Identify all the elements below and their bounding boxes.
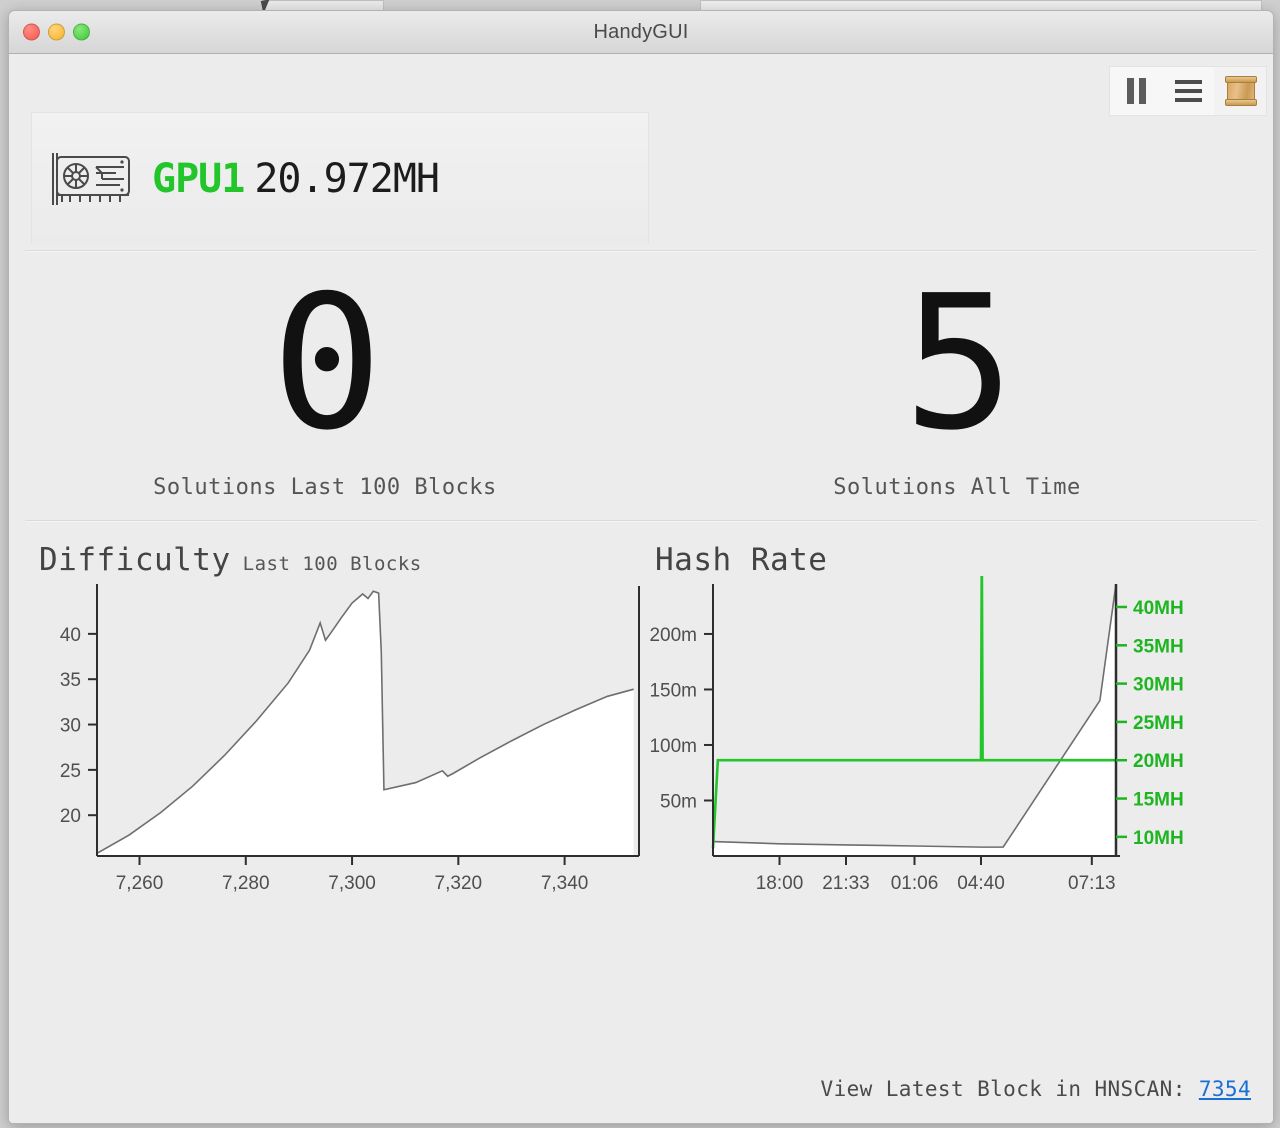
gpu-readout: GPU1 20.972MH (152, 155, 440, 202)
svg-text:20: 20 (60, 806, 81, 827)
close-window-button[interactable] (23, 23, 40, 41)
difficulty-chart-panel: Difficulty Last 100 Blocks 20 25 30 35 40 7,26… (9, 528, 641, 928)
svg-text:30MH: 30MH (1133, 675, 1184, 696)
charts-row: Difficulty Last 100 Blocks 20 25 30 35 40 7,26… (9, 528, 1273, 928)
svg-text:7,340: 7,340 (541, 873, 589, 894)
svg-text:40MH: 40MH (1133, 598, 1184, 619)
svg-text:25: 25 (60, 761, 81, 782)
divider-middle (25, 520, 1257, 521)
window-titlebar: HandyGUI (9, 11, 1273, 54)
svg-text:40: 40 (60, 625, 81, 646)
svg-text:35: 35 (60, 670, 81, 691)
latest-block-link[interactable]: 7354 (1199, 1077, 1251, 1101)
gpu-status-card: GPU1 20.972MH (31, 112, 649, 244)
hashrate-chart-panel: Hash Rate 50m 100m 150m 200m 10MH 15MH 20MH 25M… (641, 528, 1273, 928)
svg-text:7,300: 7,300 (328, 873, 376, 894)
stats-row: 0 Solutions Last 100 Blocks 5 Solutions … (9, 264, 1273, 514)
stat-solutions-all-time: 5 Solutions All Time (641, 264, 1273, 514)
difficulty-chart-title: Difficulty Last 100 Blocks (39, 542, 422, 578)
hashrate-chart: 50m 100m 150m 200m 10MH 15MH 20MH 25MH 30MH 35MH 4… (649, 576, 1184, 894)
menu-button[interactable] (1162, 67, 1214, 115)
difficulty-subtitle-text: Last 100 Blocks (242, 553, 422, 575)
stat-label: Solutions All Time (833, 474, 1081, 500)
svg-text:7,320: 7,320 (435, 873, 483, 894)
minimize-window-button[interactable] (48, 23, 65, 41)
toolbar (1109, 66, 1267, 116)
footer-text: View Latest Block in HNSCAN: (820, 1077, 1186, 1101)
gpu-label: GPU1 (152, 155, 245, 202)
pause-icon (1126, 78, 1146, 104)
svg-text:150m: 150m (649, 680, 697, 701)
gpu-hashrate-value: 20.972MH (254, 155, 440, 202)
traffic-lights (23, 23, 90, 41)
svg-text:20MH: 20MH (1133, 751, 1184, 772)
svg-text:10MH: 10MH (1133, 828, 1184, 849)
svg-text:25MH: 25MH (1133, 713, 1184, 734)
stat-solutions-last-100-blocks: 0 Solutions Last 100 Blocks (9, 264, 641, 514)
footer: View Latest Block in HNSCAN: 7354 (821, 1077, 1251, 1101)
app-window: HandyGUI GPU1 20.972MH 0 Solutions Last … (8, 10, 1274, 1124)
hashrate-title-text: Hash Rate (655, 542, 828, 578)
hashrate-chart-title: Hash Rate (655, 542, 827, 578)
stat-label: Solutions Last 100 Blocks (153, 474, 497, 500)
svg-text:04:40: 04:40 (957, 873, 1005, 894)
svg-text:18:00: 18:00 (756, 873, 804, 894)
svg-text:01:06: 01:06 (891, 873, 939, 894)
scroll-parchment-icon (1225, 76, 1257, 106)
svg-text:21:33: 21:33 (822, 873, 870, 894)
difficulty-title-text: Difficulty (39, 542, 231, 578)
svg-text:35MH: 35MH (1133, 636, 1184, 657)
svg-text:15MH: 15MH (1133, 790, 1184, 811)
svg-text:07:13: 07:13 (1068, 873, 1116, 894)
logs-button[interactable] (1214, 67, 1266, 115)
svg-text:200m: 200m (649, 625, 697, 646)
stat-value: 0 (271, 255, 382, 472)
svg-text:7,260: 7,260 (116, 873, 164, 894)
pause-button[interactable] (1110, 67, 1162, 115)
svg-text:50m: 50m (660, 791, 697, 812)
hamburger-menu-icon (1174, 80, 1202, 102)
svg-text:30: 30 (60, 716, 81, 737)
stat-value: 5 (903, 255, 1014, 472)
window-title: HandyGUI (593, 20, 689, 43)
zoom-window-button[interactable] (73, 23, 90, 41)
divider-top (25, 250, 1257, 251)
svg-text:7,280: 7,280 (222, 873, 270, 894)
svg-text:100m: 100m (649, 736, 697, 757)
window-content: GPU1 20.972MH 0 Solutions Last 100 Blocks… (9, 54, 1273, 1123)
difficulty-chart: 20 25 30 35 40 7,260 7,280 7,300 7,320 7,340 (60, 584, 640, 894)
graphics-card-icon (52, 152, 130, 205)
